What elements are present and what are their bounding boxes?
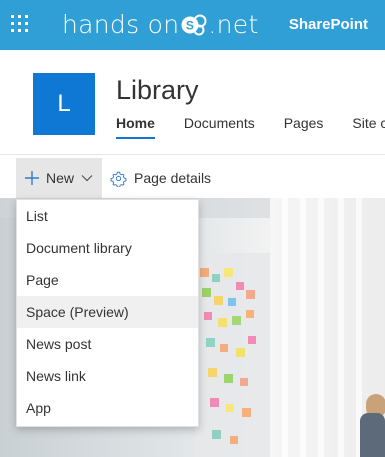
nav-item-pages[interactable]: Pages (284, 115, 324, 139)
page-details-label: Page details (134, 170, 212, 186)
app-launcher-waffle-icon[interactable] (11, 15, 32, 36)
site-logo[interactable]: L (33, 73, 95, 135)
menu-item-page[interactable]: Page (17, 264, 198, 296)
command-bar: New Page details (0, 158, 385, 198)
new-button-label: New (46, 170, 75, 186)
site-navigation: Home Documents Pages Site co (116, 115, 385, 139)
menu-item-document-library[interactable]: Document library (17, 232, 198, 264)
site-header: L Library Home Documents Pages Site co (0, 50, 385, 154)
brand-text-left: hands on (62, 9, 180, 39)
plus-icon (25, 171, 39, 185)
site-title[interactable]: Library (116, 75, 199, 106)
menu-item-space-preview[interactable]: Space (Preview) (17, 296, 198, 328)
header-divider (0, 154, 385, 155)
new-menu-dropdown: List Document library Page Space (Previe… (16, 199, 199, 427)
nav-item-documents[interactable]: Documents (184, 115, 255, 139)
sharepoint-product-link[interactable]: SharePoint (289, 16, 368, 33)
chevron-down-icon (81, 175, 93, 182)
nav-item-site-contents[interactable]: Site co (352, 115, 385, 139)
menu-item-news-link[interactable]: News link (17, 360, 198, 392)
menu-item-news-post[interactable]: News post (17, 328, 198, 360)
brand-logo[interactable]: hands on S .net (62, 8, 259, 40)
brand-text-right: .net (208, 9, 259, 39)
gear-icon (110, 171, 127, 187)
menu-item-app[interactable]: App (17, 392, 198, 424)
page-details-button[interactable]: Page details (110, 158, 211, 198)
new-button[interactable]: New (16, 158, 102, 198)
suite-bar: hands on S .net SharePoint (0, 0, 385, 50)
sharepoint-logo-letter: S (186, 19, 194, 33)
nav-item-home[interactable]: Home (116, 115, 155, 139)
sharepoint-logo-icon: S (181, 13, 207, 36)
menu-item-list[interactable]: List (17, 200, 198, 232)
